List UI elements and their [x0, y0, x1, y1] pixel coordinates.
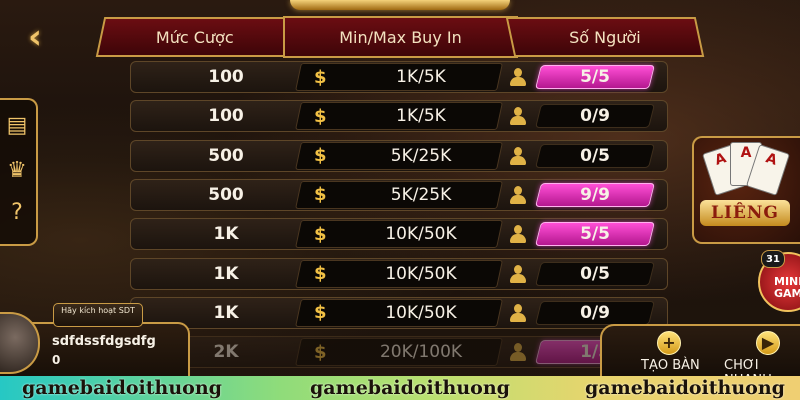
dollar-icon: $ [314, 66, 327, 88]
activate-phone-button[interactable]: Hãy kích hoạt SDT [53, 303, 143, 327]
chevron-left-icon: ‹ [28, 17, 43, 57]
dollar-icon: $ [314, 302, 327, 324]
buyin-value: 10K/50K [385, 224, 457, 245]
user-icon [509, 303, 527, 324]
players-count: 9/9 [580, 184, 610, 205]
play-icon[interactable]: ▶ [756, 331, 780, 355]
dollar-icon: $ [314, 145, 327, 167]
buyin-value: 20K/100K [379, 342, 463, 363]
user-icon [509, 343, 527, 363]
bet-value: 1K [213, 263, 239, 284]
trophy-icon[interactable]: ♛ [6, 158, 28, 184]
user-icon [509, 185, 527, 206]
room-row[interactable]: 100 $1K/5K 0/9 [130, 100, 668, 133]
bet-value: 1K [213, 224, 239, 245]
buyin-value: 10K/50K [385, 263, 457, 284]
room-row[interactable]: 500 $5K/25K 9/9 [130, 178, 668, 211]
watermark-text: gamebaidoithuong [585, 377, 785, 399]
mini-game-label: MINI GAME [774, 276, 800, 300]
balance: 0 [52, 353, 61, 367]
mini-game-badge: 31 [761, 250, 785, 268]
dollar-icon: $ [314, 263, 327, 284]
buyin-value: 5K/25K [390, 145, 452, 166]
dollar-icon: $ [314, 341, 327, 363]
players-count: 5/5 [580, 67, 610, 87]
game-card-label: LIÊNG [700, 200, 790, 226]
mini-game-label-line2: GAME [774, 287, 800, 300]
user-icon [509, 107, 527, 127]
top-decoration [290, 0, 510, 10]
header-buyin: Min/Max Buy In [283, 16, 518, 58]
buyin-value: 1K/5K [396, 67, 446, 87]
buyin-value: 1K/5K [396, 106, 446, 127]
user-icon [509, 264, 527, 285]
players-count: 0/5 [580, 263, 610, 284]
username: sdfdssfdgsdfg [52, 334, 156, 349]
buyin-value: 5K/25K [390, 184, 452, 205]
room-row[interactable]: 1K $10K/50K 0/9 [130, 296, 668, 329]
dollar-icon: $ [314, 184, 327, 206]
bet-value: 100 [208, 106, 244, 127]
document-icon[interactable]: ▤ [6, 113, 28, 139]
plus-icon[interactable]: + [657, 331, 681, 355]
watermark-text: gamebaidoithuong [310, 377, 510, 399]
watermark-text: gamebaidoithuong [22, 377, 222, 399]
create-table-button[interactable]: TẠO BÀN [641, 358, 700, 373]
dollar-icon: $ [314, 223, 327, 245]
room-row[interactable]: 1K $10K/50K 0/5 [130, 257, 668, 290]
room-row[interactable]: 100 $1K/5K 5/5 [130, 61, 668, 93]
bet-value: 500 [208, 184, 244, 205]
header-players-label: Số Người [569, 27, 641, 47]
help-icon[interactable]: ? [6, 200, 28, 226]
user-icon [509, 225, 527, 245]
room-row[interactable]: 1K $10K/50K 5/5 [130, 218, 668, 251]
players-count: 0/9 [580, 106, 610, 127]
players-count: 5/5 [580, 224, 610, 245]
bet-value: 500 [208, 145, 244, 166]
header-players: Số Người [505, 17, 705, 57]
room-row[interactable]: 2K $20K/100K 1/5 [130, 336, 668, 369]
room-row[interactable]: 500 $5K/25K 0/5 [130, 139, 668, 172]
header-bet-label: Mức Cược [156, 27, 234, 47]
header-bet: Mức Cược [95, 17, 295, 57]
dollar-icon: $ [314, 105, 327, 127]
back-button[interactable]: ‹ [28, 20, 58, 54]
players-count: 0/5 [580, 145, 610, 166]
game-card-lieng[interactable]: A A A LIÊNG [692, 136, 800, 244]
game-lobby-screen: ‹ Mức Cược Min/Max Buy In Số Người ▤ ♛ ?… [0, 0, 800, 400]
buyin-value: 10K/50K [385, 302, 457, 323]
user-icon [509, 146, 527, 167]
bet-value: 100 [208, 67, 244, 87]
header-buyin-label: Min/Max Buy In [339, 27, 462, 47]
user-icon [509, 68, 527, 88]
